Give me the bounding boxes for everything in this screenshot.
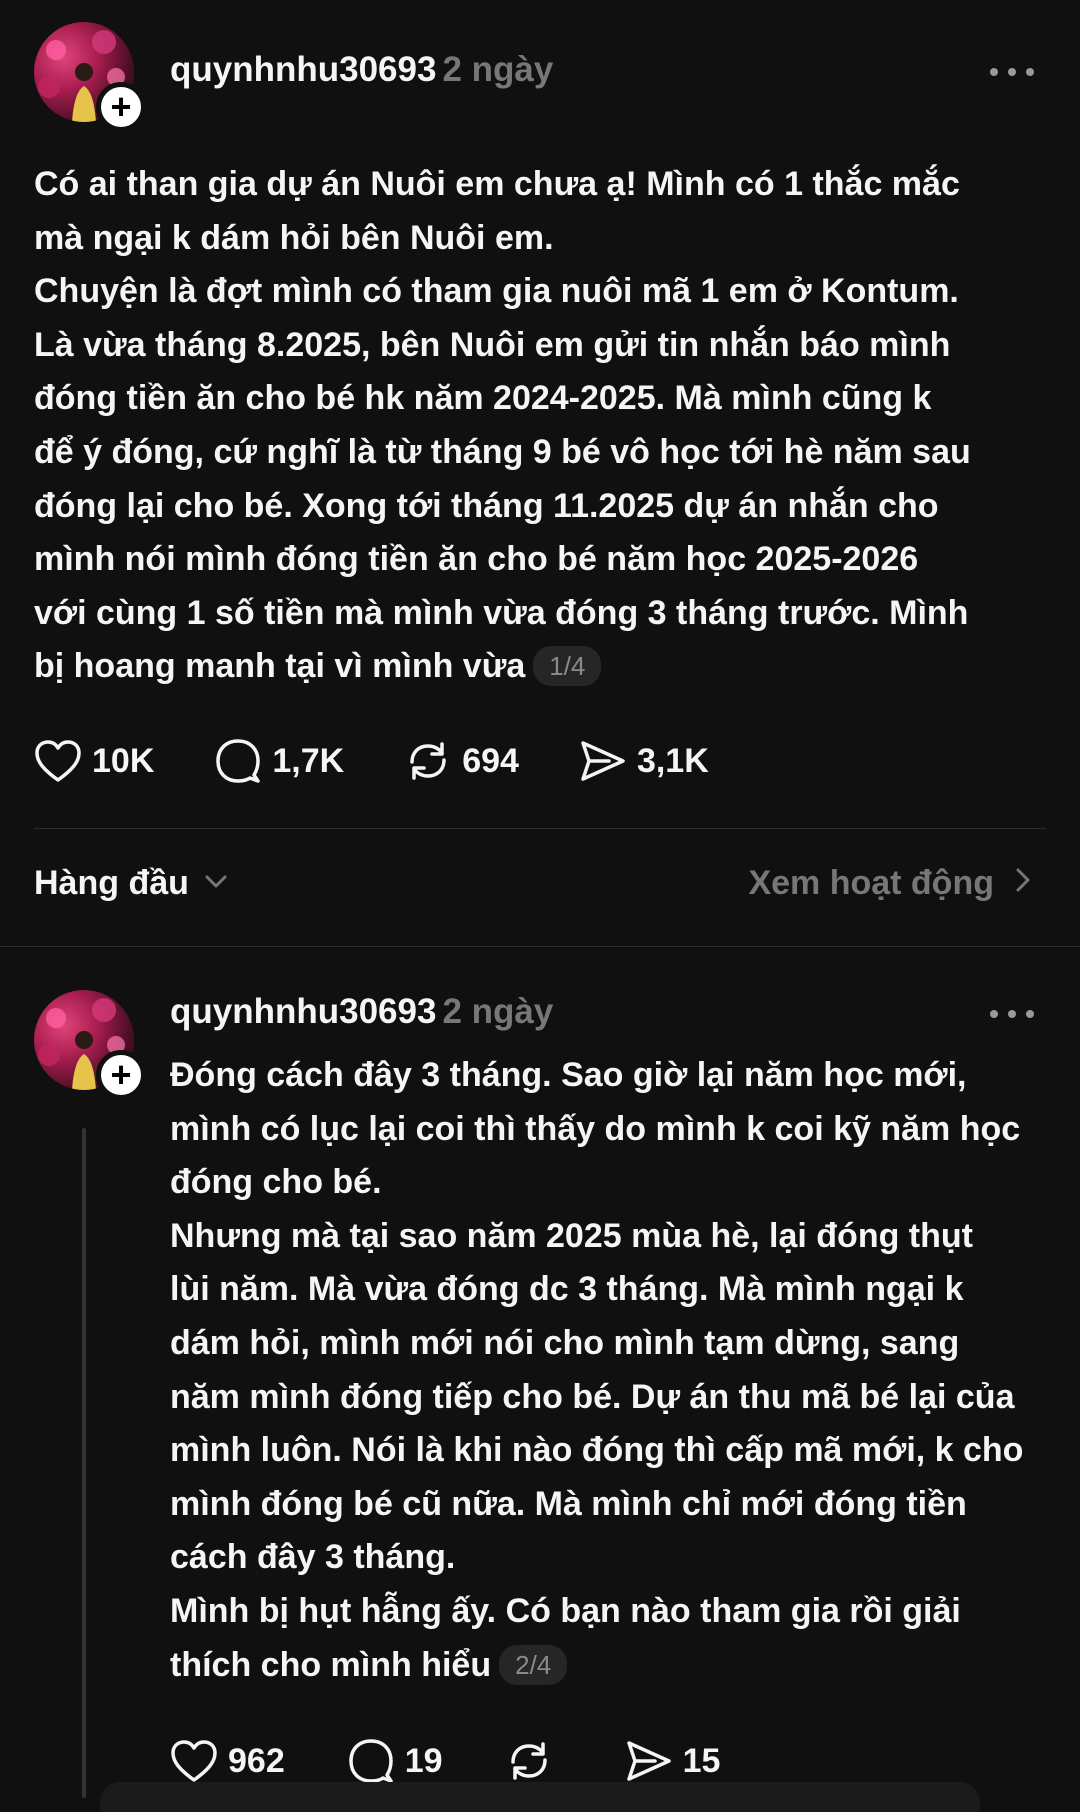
reply-header: quynhnhu30693 2 ngày (170, 992, 553, 1032)
sort-bar: Hàng đầu Xem hoạt động (34, 864, 1034, 914)
view-activity-label: Xem hoạt động (748, 864, 994, 902)
share-count: 3,1K (636, 741, 709, 780)
heart-icon (170, 1739, 218, 1783)
view-activity-link[interactable]: Xem hoạt động (748, 864, 1034, 903)
share-count: 15 (682, 1741, 721, 1780)
chevron-right-icon (1012, 864, 1034, 903)
repost-count: 694 (462, 741, 519, 780)
sort-label: Hàng đầu (34, 864, 189, 902)
send-icon (579, 739, 627, 783)
username[interactable]: quynhnhu30693 (170, 992, 436, 1031)
share-button[interactable]: 15 (625, 1739, 721, 1783)
reply-actions: 962 19 15 (170, 1738, 720, 1784)
repost-icon (404, 738, 452, 784)
comment-bubble-icon (214, 738, 262, 784)
comment-button[interactable]: 1,7K (214, 738, 344, 784)
comment-button[interactable]: 19 (347, 1738, 443, 1784)
heart-icon (34, 739, 82, 783)
post-actions: 10K 1,7K 694 3,1K (34, 738, 709, 784)
post-header: quynhnhu30693 2 ngày (170, 50, 553, 90)
like-count: 962 (228, 1741, 285, 1780)
like-count: 10K (92, 741, 155, 780)
divider (34, 828, 1046, 829)
share-button[interactable]: 3,1K (579, 739, 709, 783)
thread-line (82, 1128, 86, 1798)
like-button[interactable]: 10K (34, 739, 154, 783)
page-indicator[interactable]: 1/4 (533, 646, 602, 687)
more-dots-icon[interactable] (990, 66, 1034, 78)
reply-time: 2 ngày (442, 992, 554, 1031)
username[interactable]: quynhnhu30693 (170, 50, 436, 89)
reply-body: Đóng cách đây 3 tháng. Sao giờ lại năm h… (170, 1049, 1050, 1692)
post-text: Có ai than gia dự án Nuôi em chưa ạ! Mìn… (34, 165, 971, 686)
like-button[interactable]: 962 (170, 1739, 285, 1783)
reply-text: Đóng cách đây 3 tháng. Sao giờ lại năm h… (170, 1056, 1024, 1684)
comment-bubble-icon (347, 1738, 395, 1784)
send-icon (625, 1739, 673, 1783)
repost-button[interactable] (505, 1738, 563, 1784)
comment-count: 19 (404, 1741, 443, 1780)
comment-count: 1,7K (272, 741, 345, 780)
post-body: Có ai than gia dự án Nuôi em chưa ạ! Mìn… (34, 158, 1044, 694)
page-indicator[interactable]: 2/4 (499, 1644, 568, 1685)
more-dots-icon[interactable] (990, 1008, 1034, 1020)
repost-icon (505, 1738, 553, 1784)
bottom-sheet-edge (100, 1782, 980, 1812)
divider (0, 946, 1080, 947)
follow-plus-icon[interactable]: + (96, 82, 146, 132)
repost-button[interactable]: 694 (404, 738, 519, 784)
chevron-down-icon (203, 864, 229, 903)
sort-dropdown[interactable]: Hàng đầu (34, 864, 229, 903)
post-time: 2 ngày (442, 50, 554, 89)
follow-plus-icon[interactable]: + (96, 1050, 146, 1100)
